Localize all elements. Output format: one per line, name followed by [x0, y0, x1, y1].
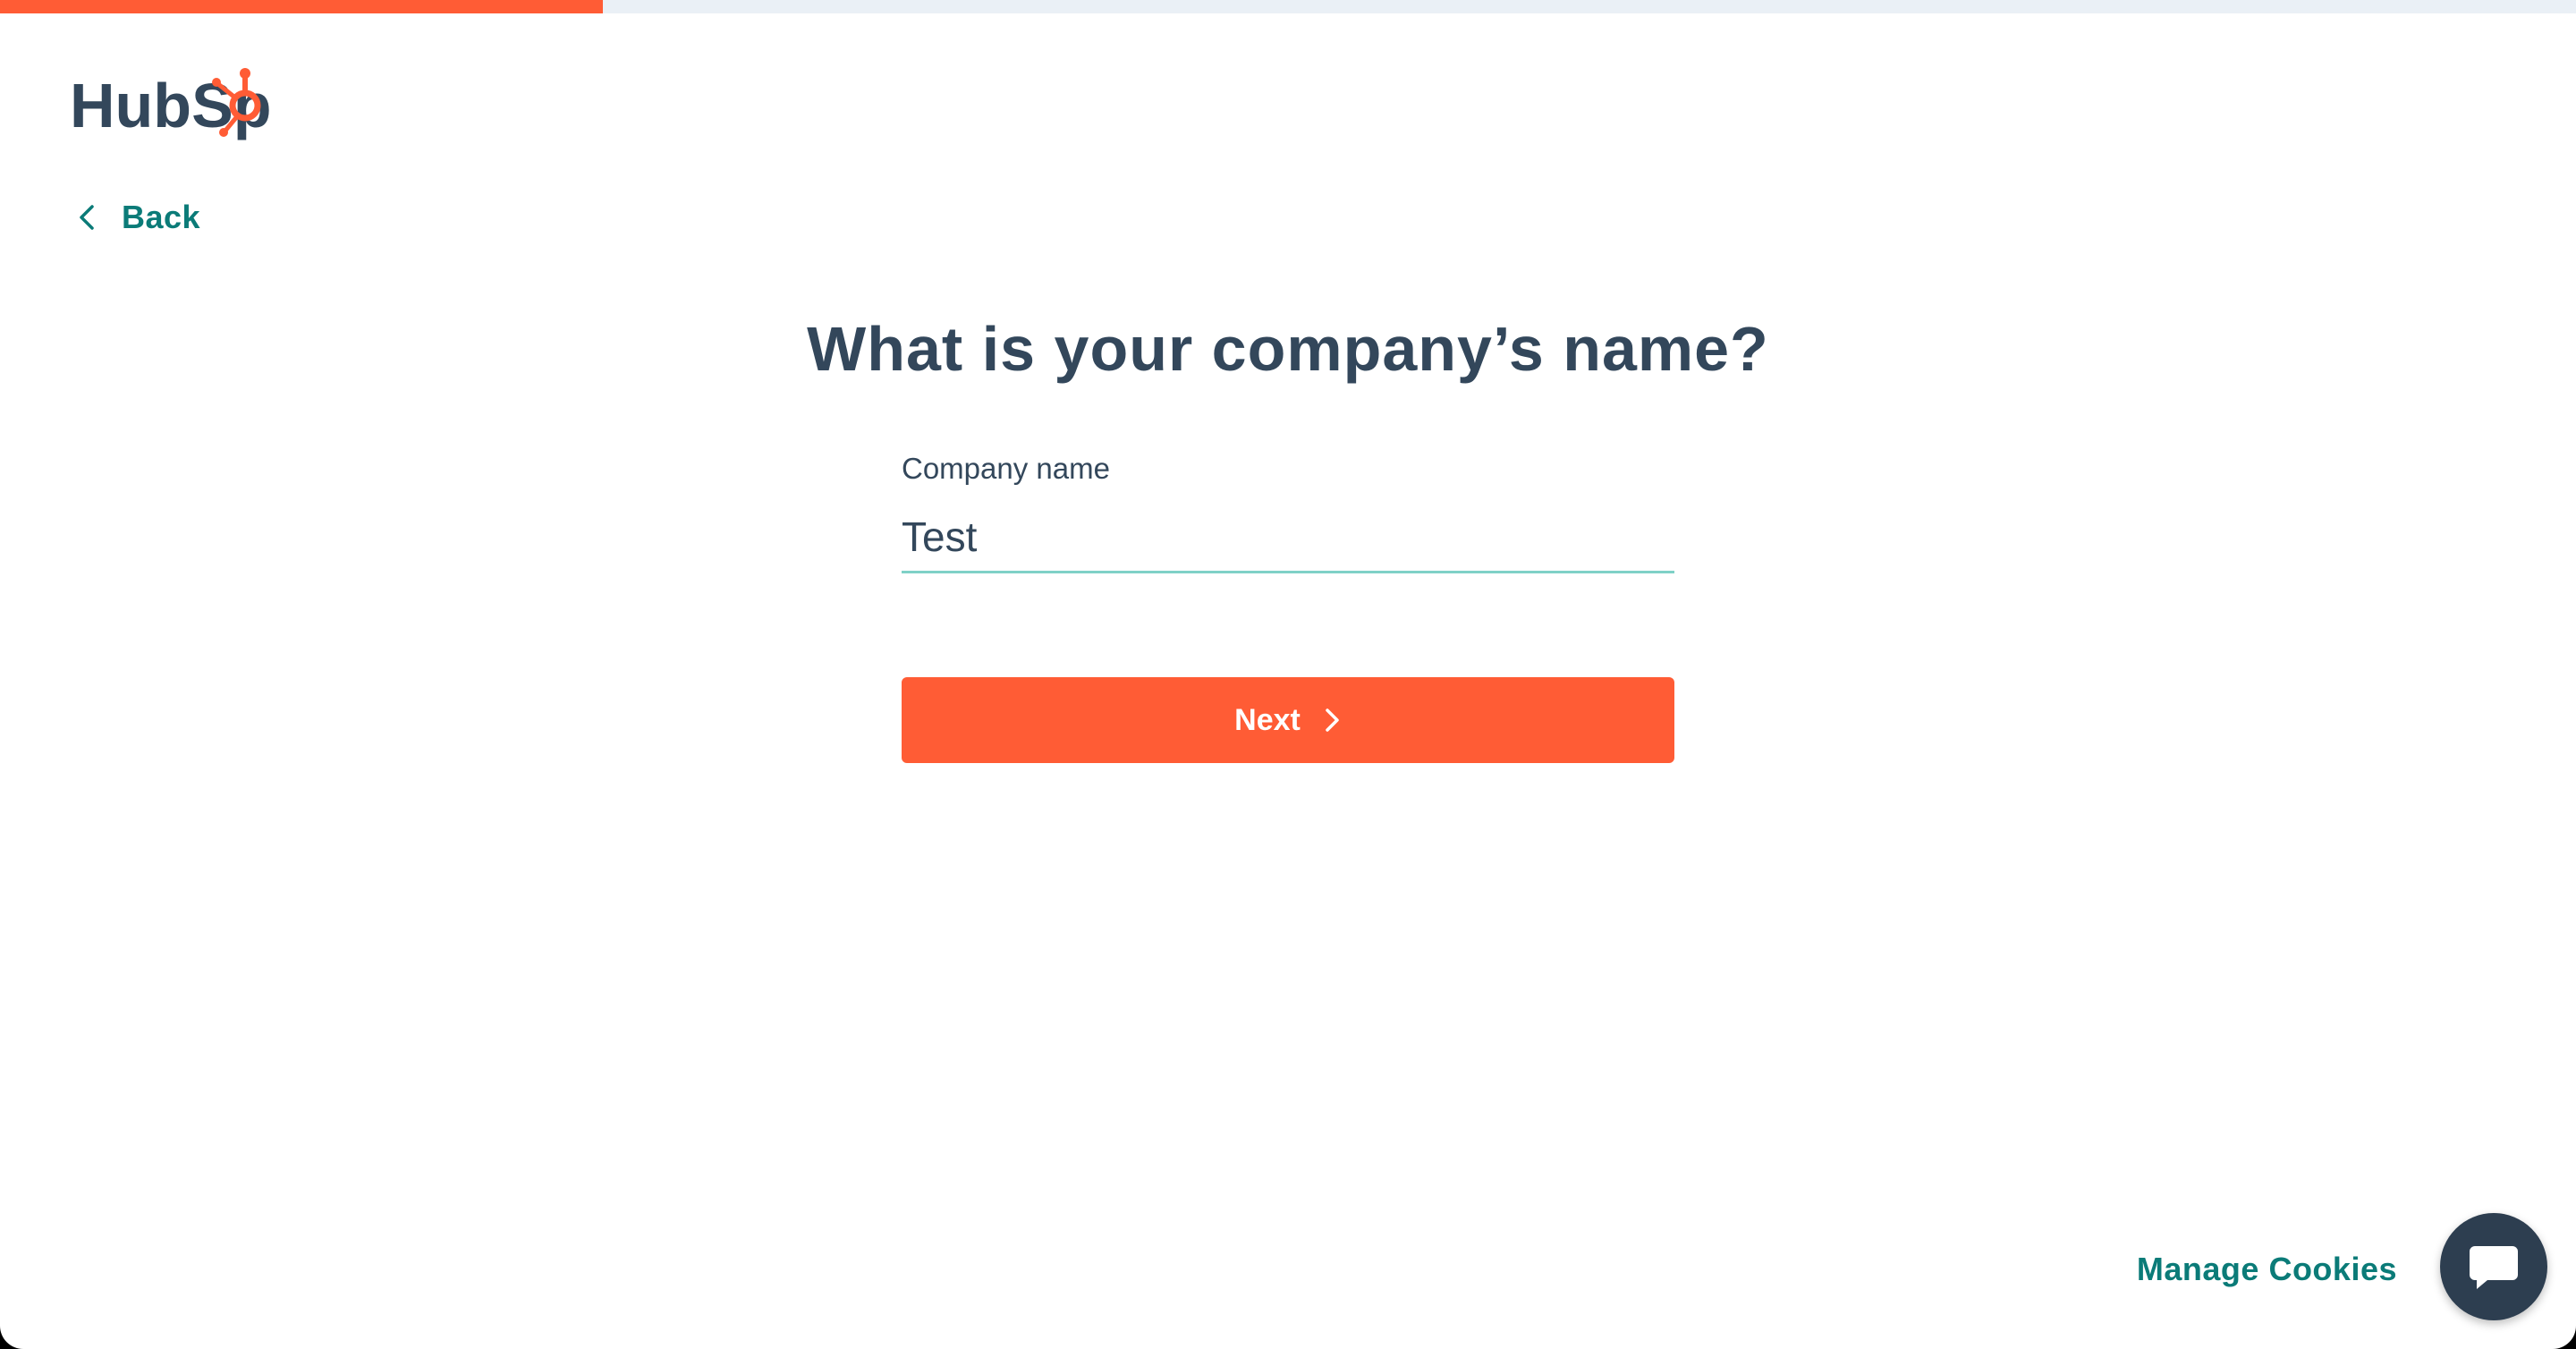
page-title: What is your company’s name?	[807, 314, 1769, 384]
company-name-label: Company name	[902, 452, 1110, 485]
next-button[interactable]: Next	[902, 677, 1674, 763]
hubspot-logo: HubSpt	[70, 68, 307, 140]
manage-cookies-link[interactable]: Manage Cookies	[2137, 1251, 2397, 1288]
company-name-input[interactable]	[902, 502, 1674, 573]
logo-wordmark-part: HubSp	[70, 71, 272, 140]
chat-launcher-button[interactable]	[2440, 1213, 2547, 1320]
chat-bubble-icon	[2470, 1246, 2518, 1289]
back-link-label: Back	[122, 199, 201, 235]
chevron-left-icon	[80, 205, 94, 230]
progress-bar-fill	[0, 0, 603, 13]
next-button-label: Next	[1234, 702, 1301, 737]
company-name-form: Company name	[902, 452, 1674, 573]
progress-bar	[0, 0, 2576, 13]
logo-wordmark: HubSpt	[70, 71, 307, 140]
chevron-right-icon	[1326, 708, 1339, 732]
page-frame: HubSpt Back What is your company’s name?…	[0, 0, 2576, 1349]
back-link[interactable]: Back	[70, 195, 200, 240]
